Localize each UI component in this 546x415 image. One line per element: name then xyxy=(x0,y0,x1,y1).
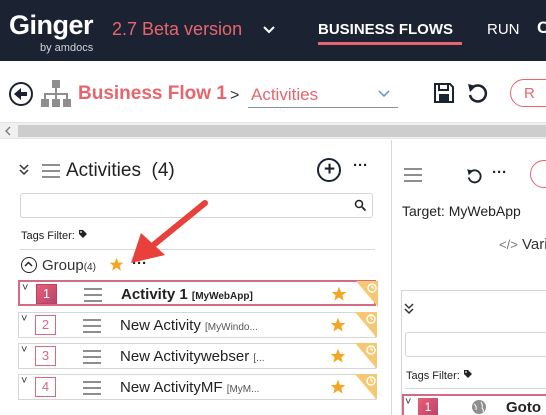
corner-flag-icon xyxy=(356,281,378,307)
flow-hierarchy-icon xyxy=(41,80,71,107)
activity-details-panel: ··· Target: MyWebApp </> Vari Tags Filte… xyxy=(393,140,546,415)
more-dots-icon[interactable]: ··· xyxy=(492,164,507,181)
tags-filter[interactable]: Tags Filter: xyxy=(21,229,88,242)
activity-name: New ActivityMF [MyM... xyxy=(120,379,260,396)
chevron-down-icon xyxy=(378,90,390,98)
undo-icon[interactable] xyxy=(465,81,489,105)
activity-number: 2 xyxy=(35,315,56,335)
activity-name: Activity 1 [MyWebApp] xyxy=(121,286,253,303)
business-flow-title[interactable]: Business Flow 1 xyxy=(78,83,227,105)
corner-flag-icon xyxy=(355,374,377,400)
target-application: Target: MyWebApp xyxy=(402,203,521,219)
ginger-logo: Ginger xyxy=(9,10,94,40)
activity-number: 1 xyxy=(36,284,57,304)
activities-panel: Activities (4) + ··· Tags Filter: Group(… xyxy=(0,140,392,415)
chevron-down-icon[interactable]: ˅ xyxy=(405,396,411,408)
scrollbar-thumb[interactable] xyxy=(18,125,546,137)
nav-business-flows[interactable]: BUSINESS FLOWS xyxy=(318,21,453,38)
hamburger-icon[interactable] xyxy=(83,381,101,395)
corner-flag-icon xyxy=(355,343,377,369)
activity-number: 4 xyxy=(35,377,56,397)
tags-filter[interactable]: Tags Filter: xyxy=(406,369,473,382)
double-chevron-icon[interactable] xyxy=(403,302,415,316)
hamburger-icon[interactable] xyxy=(42,164,60,178)
code-icon: </> xyxy=(499,237,518,252)
section-dropdown-value: Activities xyxy=(251,85,319,104)
activity-name: New Activitywebser [... xyxy=(120,348,265,365)
activity-number: 3 xyxy=(35,346,56,366)
nav-next-item[interactable]: C xyxy=(537,18,546,40)
action-name: Goto U xyxy=(506,399,546,415)
hamburger-icon[interactable] xyxy=(404,168,422,182)
chevron-down-icon[interactable]: ˅ xyxy=(21,313,27,325)
activity-row[interactable]: ˅ 4 New ActivityMF [MyM... xyxy=(18,374,377,400)
hamburger-icon[interactable] xyxy=(84,288,102,302)
nav-active-indicator xyxy=(318,42,462,45)
activity-row[interactable]: ˅ 3 New Activitywebser [... xyxy=(18,343,377,369)
corner-flag-icon xyxy=(355,312,377,338)
hamburger-icon[interactable] xyxy=(83,350,101,364)
star-icon[interactable] xyxy=(331,286,347,302)
undo-icon[interactable] xyxy=(465,167,483,185)
logo-subtitle: by amdocs xyxy=(40,42,94,54)
chevron-down-icon[interactable]: ˅ xyxy=(21,344,27,356)
activity-name: New Activity [MyWindo... xyxy=(120,317,258,334)
run-flow-button[interactable]: R xyxy=(510,79,546,107)
star-icon[interactable] xyxy=(330,348,346,364)
section-dropdown[interactable]: Activities xyxy=(248,81,398,108)
chevron-down-icon[interactable] xyxy=(262,22,276,36)
nav-run[interactable]: RUN xyxy=(487,21,520,38)
group-header[interactable]: Group(4) xyxy=(42,257,96,274)
divider xyxy=(405,388,546,389)
scroll-left-icon[interactable] xyxy=(4,126,12,136)
back-arrow-icon[interactable] xyxy=(9,82,33,106)
run-flow-button-label: R xyxy=(524,85,535,102)
activity-row[interactable]: ˅ 1 Activity 1 [MyWebApp] xyxy=(18,280,378,307)
chevron-down-icon[interactable]: ˅ xyxy=(21,375,27,387)
star-icon[interactable] xyxy=(330,379,346,395)
plus-icon: + xyxy=(324,159,336,180)
horizontal-scrollbar[interactable] xyxy=(0,122,546,139)
annotation-arrow xyxy=(131,200,208,263)
actions-search-input[interactable] xyxy=(405,332,546,357)
search-icon[interactable] xyxy=(354,199,367,212)
double-chevron-icon[interactable] xyxy=(18,163,30,177)
add-activity-button[interactable]: + xyxy=(317,158,341,182)
version-selector[interactable]: 2.7 Beta version xyxy=(112,19,242,40)
save-icon[interactable] xyxy=(433,82,455,104)
action-row[interactable]: ˅ 1 Goto U xyxy=(402,394,546,415)
activities-title: Activities (4) xyxy=(66,160,175,181)
action-number: 1 xyxy=(418,398,438,415)
tab-variables[interactable]: Vari xyxy=(522,236,546,253)
chevron-down-icon[interactable]: ˅ xyxy=(22,282,28,294)
breadcrumb-separator: > xyxy=(230,87,240,104)
run-activity-button[interactable] xyxy=(530,160,546,188)
globe-icon xyxy=(472,400,486,414)
more-dots-icon[interactable]: ··· xyxy=(353,157,368,174)
tag-icon xyxy=(463,370,472,378)
collapse-circle-icon[interactable] xyxy=(21,257,37,273)
hamburger-icon[interactable] xyxy=(83,319,101,333)
activity-row[interactable]: ˅ 2 New Activity [MyWindo... xyxy=(18,312,377,338)
star-icon[interactable] xyxy=(109,257,124,272)
tag-icon xyxy=(78,230,87,238)
star-icon[interactable] xyxy=(330,317,346,333)
top-nav-bar: Ginger by amdocs 2.7 Beta version BUSINE… xyxy=(0,0,546,61)
